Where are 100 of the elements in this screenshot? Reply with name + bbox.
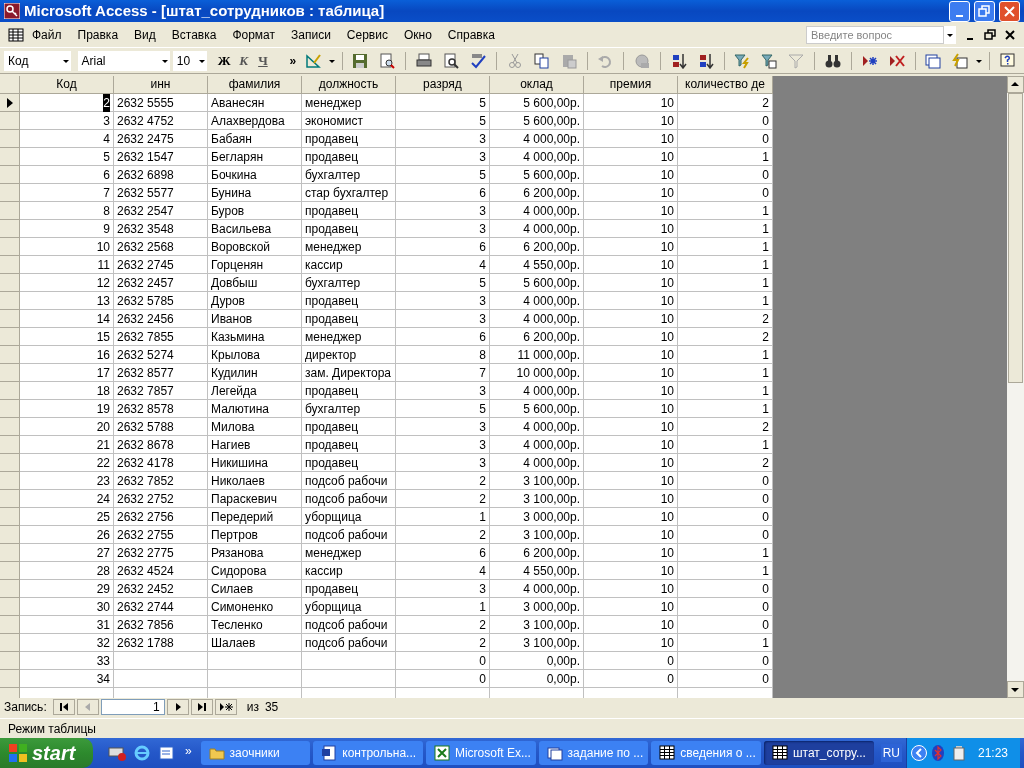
table-cell: 2632 2457 <box>114 274 208 292</box>
dropdown-arrow-icon[interactable] <box>327 57 336 64</box>
table-cell: 26 <box>20 526 114 544</box>
taskbar-button[interactable]: штат_сотру... <box>763 741 874 765</box>
taskbar-button[interactable]: задание по ... <box>538 741 649 765</box>
record-number-field[interactable]: 1 <box>100 699 165 715</box>
paste-icon[interactable] <box>560 52 577 69</box>
taskbar-button[interactable]: заочники <box>200 741 311 765</box>
table-cell: 10 <box>584 562 678 580</box>
table-cell: 10 <box>584 184 678 202</box>
print-icon[interactable] <box>415 52 432 69</box>
table-cell: Буров <box>208 202 302 220</box>
table-cell: 3 100,00р. <box>490 616 584 634</box>
row-selector[interactable] <box>0 94 20 112</box>
database-window-icon[interactable] <box>925 52 942 69</box>
table-cell: 2632 3548 <box>114 220 208 238</box>
table-cell: 11 <box>20 256 114 274</box>
copy-icon[interactable] <box>533 52 550 69</box>
new-record-icon <box>218 702 233 712</box>
minimize-button[interactable] <box>949 0 970 22</box>
design-view-icon[interactable] <box>304 52 321 69</box>
sort-ascending-icon[interactable] <box>670 52 687 69</box>
column-header[interactable]: премия <box>584 76 678 94</box>
table-cell: 0 <box>584 670 678 688</box>
next-record-button[interactable] <box>166 699 189 715</box>
table-cell: Кудилин <box>208 364 302 382</box>
table-cell: 7 <box>20 184 114 202</box>
help-icon[interactable] <box>999 52 1016 69</box>
italic-button[interactable]: К <box>237 50 250 71</box>
menu-item[interactable]: Правка <box>69 25 127 44</box>
column-header[interactable]: инн <box>114 76 208 94</box>
table-cell: продавец <box>302 310 396 328</box>
menu-item[interactable]: Сервис <box>338 25 396 44</box>
column-header[interactable]: количество де <box>678 76 773 94</box>
menu-item[interactable]: Файл <box>24 25 70 44</box>
column-header[interactable]: фамилия <box>208 76 302 94</box>
column-header[interactable]: Код <box>20 76 114 94</box>
close-button[interactable] <box>999 0 1020 22</box>
filter-by-selection-icon[interactable] <box>734 52 751 69</box>
last-record-button[interactable] <box>190 699 213 715</box>
font-combo[interactable]: Arial <box>77 50 170 71</box>
table-cell: 10 <box>584 328 678 346</box>
table-cell: Тесленко <box>208 616 302 634</box>
close-icon[interactable] <box>1004 28 1016 41</box>
menu-item[interactable]: Справка <box>439 25 503 44</box>
taskbar-button[interactable]: контрольна... <box>313 741 423 765</box>
size-combo[interactable]: 10 <box>172 50 207 71</box>
menu-item[interactable]: Вид <box>126 25 164 44</box>
start-button[interactable]: start <box>0 738 93 768</box>
table-cell: уборщица <box>302 508 396 526</box>
folder-icon <box>208 745 225 761</box>
taskbar-button[interactable]: Microsoft Ex... <box>425 741 536 765</box>
menu-item[interactable]: Вставка <box>163 25 225 44</box>
column-header[interactable]: должность <box>302 76 396 94</box>
table-cell: менеджер <box>302 94 396 112</box>
print-preview-icon[interactable] <box>379 52 396 69</box>
new-record-button[interactable] <box>214 699 237 715</box>
battery-icon[interactable] <box>952 745 965 761</box>
bluetooth-icon[interactable] <box>931 745 944 761</box>
table-cell: Воровской <box>208 238 302 256</box>
spelling-check-icon[interactable] <box>469 52 486 69</box>
help-search-field[interactable]: Введите вопрос <box>806 25 944 44</box>
table-cell: Дуров <box>208 292 302 310</box>
menu-item[interactable]: Формат <box>224 25 284 44</box>
sort-descending-icon[interactable] <box>697 52 714 69</box>
column-header[interactable]: разряд <box>396 76 490 94</box>
table-cell: Николаев <box>208 472 302 490</box>
table-cell: 34 <box>20 670 114 688</box>
chevron-left-icon[interactable] <box>910 745 927 761</box>
field-combo[interactable]: Код <box>4 50 71 71</box>
help-search-dropdown[interactable] <box>944 25 956 44</box>
table-icon <box>8 27 24 42</box>
bold-button[interactable]: Ж <box>217 50 231 71</box>
new-object-icon[interactable] <box>952 52 969 69</box>
menu-item[interactable]: Записи <box>283 25 339 44</box>
save-icon[interactable] <box>352 52 369 69</box>
restore-button[interactable] <box>974 0 995 22</box>
restore-icon[interactable] <box>984 28 996 41</box>
taskbar-button[interactable]: сведения о ... <box>651 741 761 765</box>
first-record-button[interactable] <box>52 699 75 715</box>
scroll-thumb[interactable] <box>1008 93 1023 383</box>
underline-button[interactable]: Ч <box>256 50 270 71</box>
vertical-scrollbar[interactable] <box>1007 76 1024 698</box>
filter-icon[interactable] <box>788 52 805 69</box>
scissors-icon[interactable] <box>506 52 523 69</box>
dropdown-arrow-icon[interactable] <box>975 57 984 64</box>
table-cell: Бунина <box>208 184 302 202</box>
table-cell: 5 600,00р. <box>490 166 584 184</box>
menu-item[interactable]: Окно <box>395 25 440 44</box>
quick-launch-more-button[interactable]: » <box>184 742 192 760</box>
column-header[interactable]: оклад <box>490 76 584 94</box>
table-cell: 10 <box>584 634 678 652</box>
filter-form-icon[interactable] <box>761 52 778 69</box>
language-indicator[interactable]: RU <box>880 744 902 762</box>
toolbar-overflow-button[interactable]: » <box>288 51 298 70</box>
search-icon[interactable] <box>442 52 459 69</box>
table-cell: 23 <box>20 472 114 490</box>
binoculars-icon[interactable] <box>824 52 841 69</box>
table-cell: менеджер <box>302 328 396 346</box>
table-cell: кассир <box>302 562 396 580</box>
